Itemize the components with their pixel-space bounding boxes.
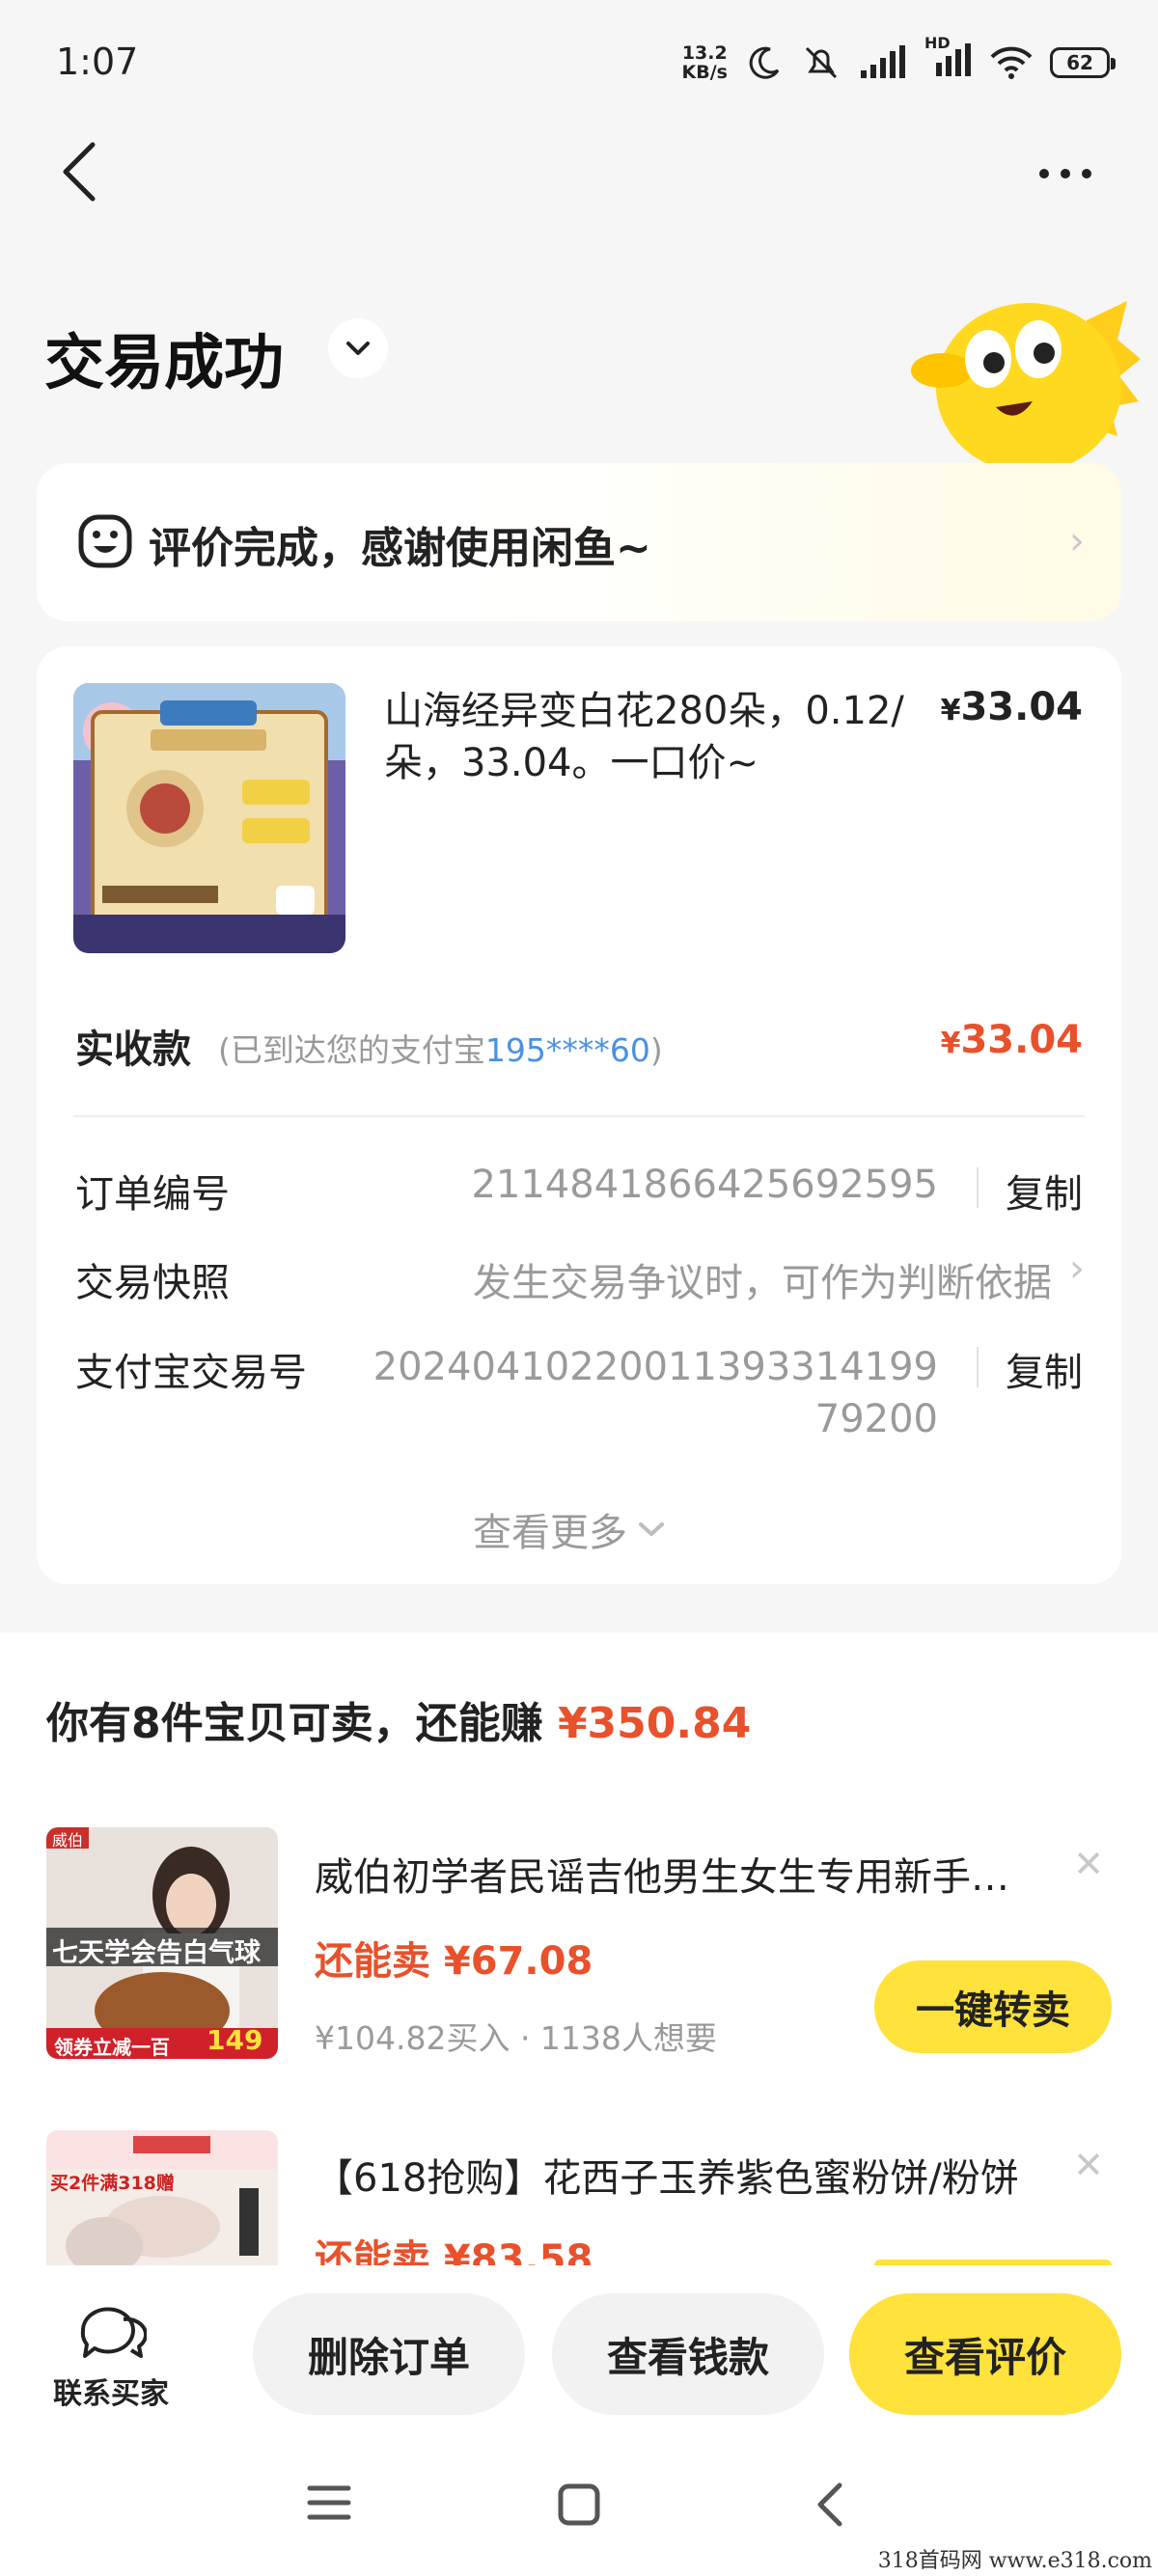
back-nav-icon[interactable]	[813, 2481, 845, 2528]
more-menu-button[interactable]	[1027, 154, 1104, 193]
review-banner-text: 评价完成，感谢使用闲鱼~	[149, 524, 651, 573]
game-screenshot-image	[73, 683, 345, 953]
rec-item-name[interactable]: 【618抢购】花西子玉养紫色蜜粉饼/粉饼	[315, 2147, 1029, 2203]
delete-order-button[interactable]: 删除订单	[253, 2293, 525, 2415]
hd-signal: HD	[924, 34, 973, 82]
status-icons: 13.2 KB/s HD 62	[681, 34, 1116, 83]
dot-icon	[1039, 169, 1049, 178]
view-money-button[interactable]: 查看钱款	[552, 2293, 824, 2415]
status-time: 1:07	[56, 41, 139, 83]
moon-icon	[749, 46, 780, 79]
network-speed: 13.2 KB/s	[681, 42, 728, 83]
wifi-icon	[990, 46, 1033, 79]
home-icon[interactable]	[558, 2483, 600, 2526]
signal-icon	[861, 45, 905, 78]
cosmetics-photo	[46, 2130, 278, 2265]
menu-icon[interactable]	[307, 2483, 351, 2522]
battery-indicator: 62	[1050, 47, 1116, 78]
separator	[977, 1167, 979, 1208]
chevron-right-icon: ›	[1069, 519, 1085, 563]
item-price: ¥33.04	[940, 685, 1083, 729]
rec-item-resell-price-clip: 还能卖 ¥83.58	[315, 2224, 701, 2265]
chevron-down-icon	[346, 342, 370, 355]
chevron-right-icon: ›	[1069, 1247, 1085, 1291]
received-note: (已到达您的支付宝195****60)	[218, 1031, 663, 1069]
rec-item-name[interactable]: 威伯初学者民谣吉他男生女生专用新手入门	[315, 1846, 1009, 1902]
rec-item-resell-price: 还能卖 ¥83.58	[315, 2237, 593, 2265]
received-amount: ¥33.04	[940, 1018, 1083, 1062]
back-button[interactable]	[54, 135, 112, 212]
copy-alipay-trade-no-button[interactable]: 复制	[1006, 1341, 1083, 1397]
item-thumbnail[interactable]	[73, 683, 345, 953]
chat-bubble-icon	[80, 2307, 149, 2358]
snapshot-label: 交易快照	[75, 1261, 230, 1305]
resell-button[interactable]: 一键转卖	[874, 1960, 1112, 2053]
chevron-down-icon	[639, 1522, 664, 1536]
snapshot-value[interactable]: 发生交易争议时，可作为判断依据	[473, 1251, 1052, 1307]
divider	[73, 1115, 1085, 1117]
powder-product-image[interactable]: 买2件满318赠	[46, 2130, 278, 2265]
resell-title: 你有8件宝贝可卖，还能赚 ¥350.84	[46, 1699, 752, 1748]
page-title: 交易成功	[44, 327, 285, 397]
mute-bell-icon	[805, 46, 838, 79]
copy-order-number-button[interactable]: 复制	[1006, 1163, 1083, 1219]
alipay-trade-no-value: 2024041022001139331419​9 79200	[372, 1345, 938, 1441]
rec-item-resell-price: 还能卖 ¥67.08	[315, 1939, 593, 1984]
guitar-product-image[interactable]: 威伯 七天学会告白气球 领券立减一百 149	[46, 1827, 278, 2059]
contact-buyer-button[interactable]: 联系买家	[48, 2302, 174, 2412]
fish-mascot-icon	[911, 301, 1141, 473]
watermark: 318首码网 www.e318.com	[877, 2549, 1152, 2573]
smiley-icon	[78, 514, 132, 568]
order-number-label: 订单编号	[75, 1172, 230, 1217]
rec-item-meta: ¥104.82买入 · 1138人想要	[315, 2019, 717, 2057]
dot-icon	[1082, 169, 1091, 178]
dot-icon	[1061, 169, 1070, 178]
item-title[interactable]: 山海经异变白花280朵，0.12/朵，33.04。一口价~	[384, 685, 905, 789]
alipay-account: 195****60	[484, 1031, 650, 1069]
view-review-button[interactable]: 查看评价	[849, 2293, 1121, 2415]
status-expand-button[interactable]	[328, 318, 388, 378]
received-label: 实收款	[75, 1028, 191, 1072]
chevron-left-icon	[63, 142, 96, 202]
view-more-button[interactable]: 查看更多	[473, 1501, 666, 1557]
separator	[977, 1347, 979, 1387]
close-icon[interactable]: ✕	[1073, 2144, 1104, 2186]
alipay-trade-no-label: 支付宝交易号	[75, 1351, 307, 1395]
order-number-value: 2114841866425692595	[471, 1163, 938, 1207]
close-icon[interactable]: ✕	[1073, 1843, 1104, 1885]
